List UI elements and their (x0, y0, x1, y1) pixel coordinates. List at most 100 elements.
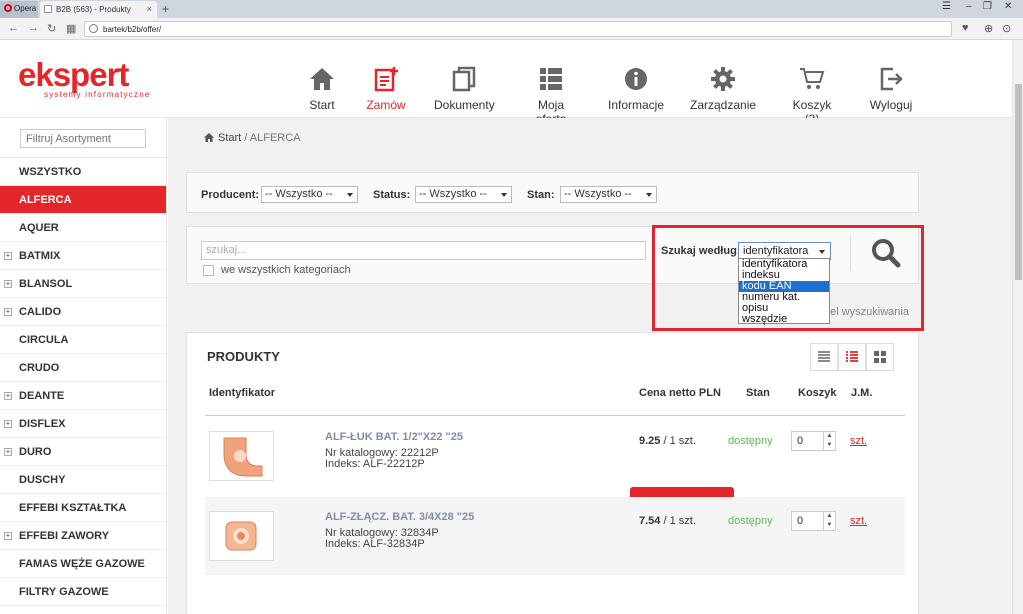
expand-icon[interactable]: + (4, 308, 12, 316)
sidebar-item-aquer[interactable]: AQUER (0, 214, 166, 242)
product-index: Indeks: ALF-32834P (325, 538, 425, 550)
breadcrumb-start[interactable]: Start (218, 132, 241, 144)
col-stock-header: Stan (746, 387, 770, 399)
producent-label: Producent: (201, 189, 260, 201)
highlight-annotation (652, 225, 924, 331)
cart-icon (800, 68, 825, 89)
product-name[interactable]: ALF-ZŁĄCZ. BAT. 3/4X28 "25 (325, 511, 474, 523)
detail-list-view-icon (846, 351, 858, 362)
sidebar-item-calido[interactable]: + CALIDO (0, 298, 166, 326)
expand-icon[interactable]: + (4, 392, 12, 400)
menu-informacje[interactable]: Informacje (608, 66, 664, 112)
forward-icon[interactable]: → (28, 22, 39, 34)
menu-moja-oferta[interactable]: Moja oferta (521, 66, 581, 126)
new-tab-button[interactable]: + (162, 2, 169, 16)
sidebar-item-label: CALIDO (19, 306, 62, 318)
menu-zarzadzanie[interactable]: Zarządzanie (690, 66, 756, 112)
sidebar-item-disflex[interactable]: + DISFLEX (0, 410, 166, 438)
breadcrumb-current: ALFERCA (249, 132, 301, 144)
logo-sub-text: systemy informatyczne (44, 90, 151, 99)
back-icon[interactable]: ← (8, 22, 19, 34)
view-list-button[interactable] (810, 343, 838, 371)
col-id-header: Identyfikator (209, 387, 276, 399)
heart-icon[interactable]: ♥ (962, 22, 969, 34)
maximize-icon[interactable]: ❐ (983, 1, 992, 12)
unit-link[interactable]: szt. (850, 435, 867, 447)
status-select[interactable]: -- Wszystko -- (415, 186, 512, 203)
sidebar-item-duro[interactable]: + DURO (0, 438, 166, 466)
expand-icon[interactable]: + (4, 532, 12, 540)
quantity-stepper[interactable]: 0 ▲ ▼ (791, 511, 836, 531)
sidebar-item-label: ALFERCA (19, 194, 72, 206)
sidebar-item-alferca[interactable]: ALFERCA (0, 186, 166, 214)
logo[interactable]: ekspert systemy informatyczne (18, 56, 151, 99)
col-unit-header: J.M. (851, 387, 873, 399)
gear-icon (711, 67, 735, 91)
product-image[interactable] (209, 431, 274, 481)
opera-logo-icon (4, 4, 12, 12)
quantity-stepper[interactable]: 0 ▲ ▼ (791, 431, 836, 451)
minimize-icon[interactable]: – (966, 1, 972, 12)
expand-icon[interactable]: + (4, 252, 12, 260)
opera-menu-button[interactable]: Opera (0, 1, 38, 18)
reload-icon[interactable]: ↻ (47, 22, 56, 35)
browser-tab[interactable]: B2B (563) - Produkty × (40, 1, 157, 18)
expand-icon[interactable]: + (4, 280, 12, 288)
sidebar-item-label: CIRCULA (19, 334, 69, 346)
breadcrumb: Start / ALFERCA (204, 132, 301, 144)
sidebar-item-effebi-kształtka[interactable]: EFFEBI KSZTAŁTKA (0, 494, 166, 522)
sidebar-item-filtry-gazowe[interactable]: FILTRY GAZOWE (0, 578, 166, 606)
spinner-arrows-icon[interactable]: ▲ ▼ (823, 432, 835, 450)
sidebar-item-deante[interactable]: + DEANTE (0, 382, 166, 410)
logo-main-text: ekspert (18, 56, 129, 93)
page-scrollbar[interactable] (1012, 40, 1023, 614)
home-icon (204, 133, 214, 142)
sidebar-item-batmix[interactable]: + BATMIX (0, 242, 166, 270)
all-categories-checkbox[interactable] (203, 265, 214, 276)
products-title: PRODUKTY (207, 349, 280, 364)
header-divider (205, 415, 905, 416)
status-label: Status: (373, 189, 411, 201)
scrollbar-thumb[interactable] (1015, 84, 1022, 280)
product-index: Indeks: ALF-22212P (325, 458, 425, 470)
expand-icon[interactable]: + (4, 420, 12, 428)
spinner-arrows-icon[interactable]: ▲ ▼ (823, 512, 835, 530)
menu-wyloguj[interactable]: Wyloguj (868, 66, 914, 112)
menu-start[interactable]: Start (304, 66, 340, 112)
price-per: / 1 szt. (660, 515, 696, 527)
assortment-filter-input[interactable] (20, 129, 146, 148)
breadcrumb-separator: / (241, 132, 250, 144)
unit-link[interactable]: szt. (850, 515, 867, 527)
sidebar-item-label: FAMAS WĘŻE GAZOWE (19, 558, 145, 570)
easy-setup-icon[interactable]: ⊙ (1002, 22, 1011, 35)
menu-koszyk[interactable]: Koszyk (3) (784, 66, 840, 126)
tab-menu-icon[interactable]: ☰ (942, 1, 951, 12)
tab-close-icon[interactable]: × (147, 4, 152, 14)
menu-dokumenty[interactable]: Dokumenty (434, 66, 495, 112)
stan-select[interactable]: -- Wszystko -- (560, 186, 657, 203)
sidebar-item-duschy[interactable]: DUSCHY (0, 466, 166, 494)
url-input[interactable]: bartek/b2b/offer/ (84, 21, 952, 37)
main-content: Start / ALFERCA Producent: -- Wszystko -… (168, 118, 1012, 614)
add-to-cart-button[interactable] (630, 487, 734, 497)
producent-select[interactable]: -- Wszystko -- (261, 186, 358, 203)
view-grid-button[interactable] (866, 343, 894, 371)
sidebar-item-crudo[interactable]: CRUDO (0, 354, 166, 382)
sidebar-item-wszystko[interactable]: WSZYSTKO (0, 158, 166, 186)
product-image[interactable] (209, 511, 274, 561)
sidebar-item-effebi-zawory[interactable]: + EFFEBI ZAWORY (0, 522, 166, 550)
menu-zamow[interactable]: Zamów (364, 66, 408, 112)
list-icon (540, 68, 562, 90)
sidebar-item-circula[interactable]: CIRCULA (0, 326, 166, 354)
close-window-icon[interactable]: ✕ (1004, 1, 1012, 12)
download-icon[interactable]: ⊕ (984, 22, 993, 35)
sidebar-item-label: CRUDO (19, 362, 60, 374)
expand-icon[interactable]: + (4, 448, 12, 456)
view-detail-list-button[interactable] (838, 343, 866, 371)
product-name[interactable]: ALF-ŁUK BAT. 1/2"X22 "25 (325, 431, 463, 443)
sidebar-item-famas-węże-gazowe[interactable]: FAMAS WĘŻE GAZOWE (0, 550, 166, 578)
sidebar-item-blansol[interactable]: + BLANSOL (0, 270, 166, 298)
speed-dial-icon[interactable]: ▦ (66, 22, 76, 35)
sidebar-item-label: BLANSOL (19, 278, 73, 290)
search-input[interactable]: szukaj... (201, 241, 646, 260)
